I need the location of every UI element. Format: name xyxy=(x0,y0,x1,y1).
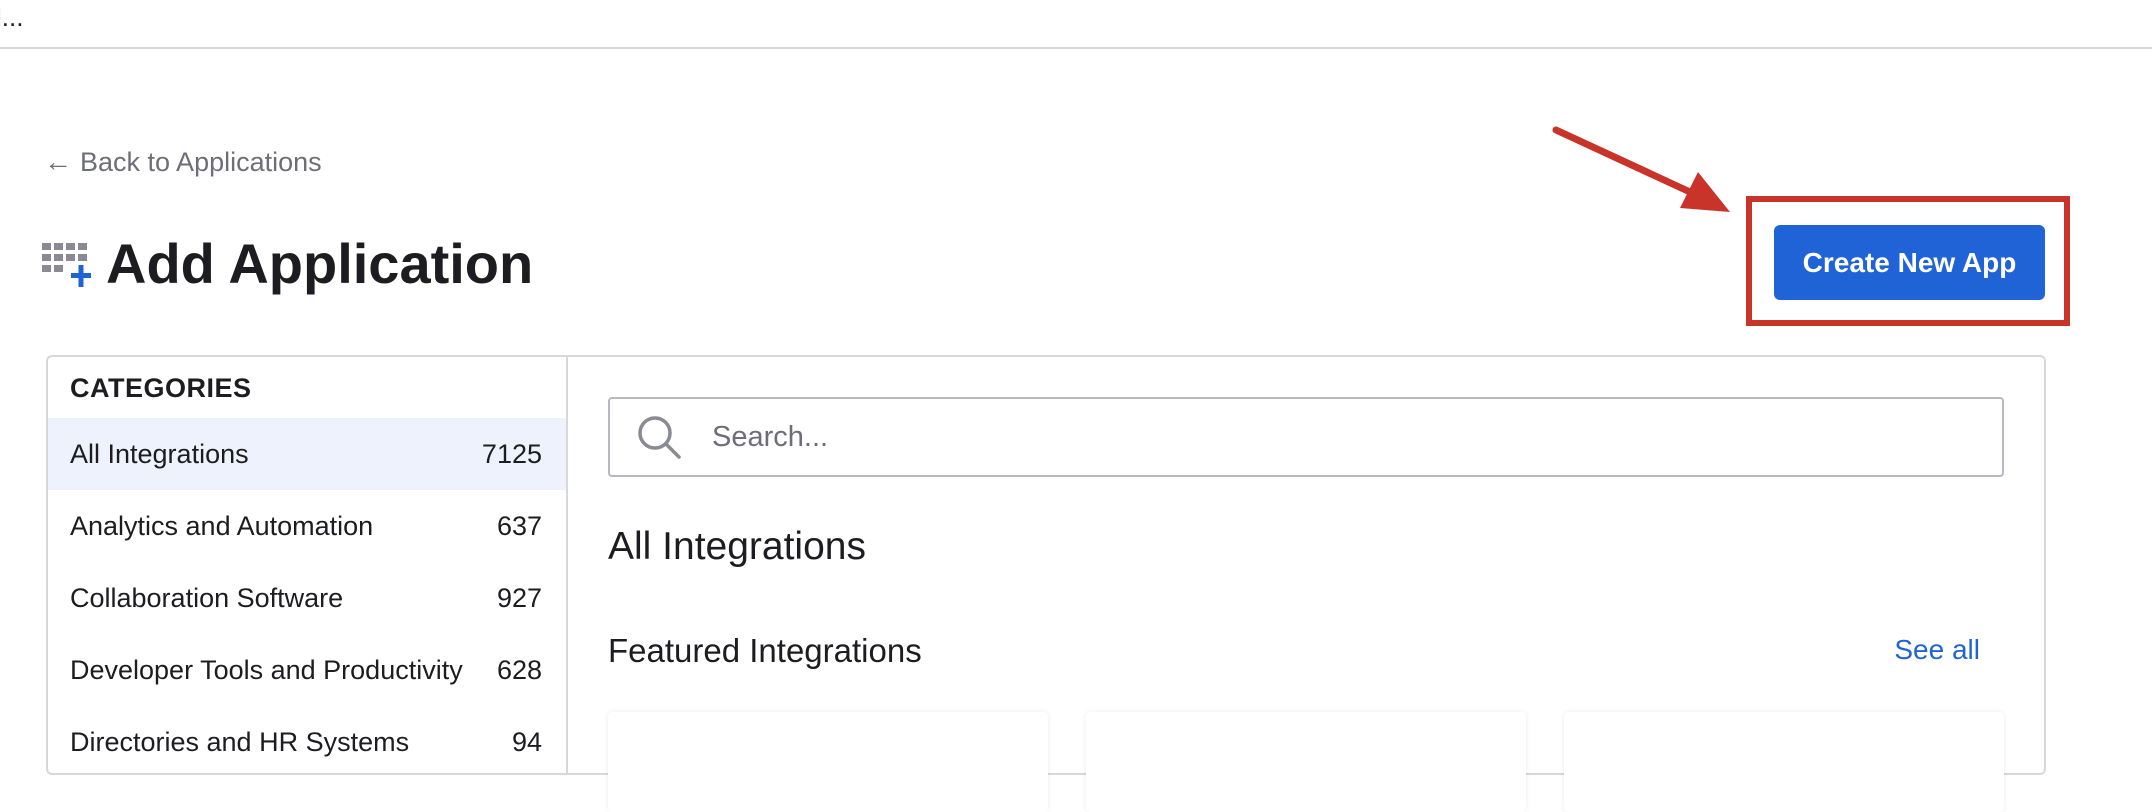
category-item-directories-hr[interactable]: Directories and HR Systems 94 xyxy=(48,706,566,778)
apps-add-icon xyxy=(42,239,92,289)
featured-integrations-title: Featured Integrations xyxy=(608,632,922,669)
annotation-arrow-icon xyxy=(1552,126,1730,212)
top-bar: l... xyxy=(0,0,2152,49)
categories-list: All Integrations 7125 Analytics and Auto… xyxy=(48,418,566,778)
back-link-label: Back to Applications xyxy=(80,146,322,177)
page-title: Add Application xyxy=(106,232,534,295)
category-count: 7125 xyxy=(481,438,542,469)
see-all-link[interactable]: See all xyxy=(1894,634,1980,666)
category-item-developer-tools[interactable]: Developer Tools and Productivity 628 xyxy=(48,634,566,706)
featured-integration-card[interactable] xyxy=(608,712,1048,812)
featured-integration-card[interactable] xyxy=(1086,712,1526,812)
category-count: 94 xyxy=(511,726,542,757)
category-label: Collaboration Software xyxy=(70,582,344,613)
category-count: 637 xyxy=(496,510,542,541)
search-input[interactable] xyxy=(710,419,2002,455)
search-box[interactable] xyxy=(608,397,2004,477)
category-label: Analytics and Automation xyxy=(70,510,374,541)
category-label: Directories and HR Systems xyxy=(70,726,410,757)
categories-heading: CATEGORIES xyxy=(70,373,252,403)
create-new-app-button[interactable]: Create New App xyxy=(1774,225,2045,300)
integrations-main: All Integrations Featured Integrations S… xyxy=(568,357,2044,812)
back-to-applications-link[interactable]: ← Back to Applications xyxy=(44,146,322,178)
category-item-all-integrations[interactable]: All Integrations 7125 xyxy=(48,418,566,490)
category-item-analytics-automation[interactable]: Analytics and Automation 637 xyxy=(48,490,566,562)
category-count: 927 xyxy=(496,582,542,613)
category-label: All Integrations xyxy=(70,438,249,469)
category-label: Developer Tools and Productivity xyxy=(70,654,463,685)
category-item-collaboration-software[interactable]: Collaboration Software 927 xyxy=(48,562,566,634)
categories-sidebar: CATEGORIES All Integrations 7125 Analyti… xyxy=(48,357,568,773)
search-icon xyxy=(634,412,684,462)
arrow-left-icon: ← xyxy=(44,146,72,177)
page-header: Add Application xyxy=(42,236,533,292)
truncated-tab-text: l... xyxy=(0,2,24,32)
section-title: All Integrations xyxy=(608,525,866,568)
featured-integration-card[interactable] xyxy=(1564,712,2004,812)
category-count: 628 xyxy=(496,654,542,685)
integrations-panel: CATEGORIES All Integrations 7125 Analyti… xyxy=(46,355,2046,812)
